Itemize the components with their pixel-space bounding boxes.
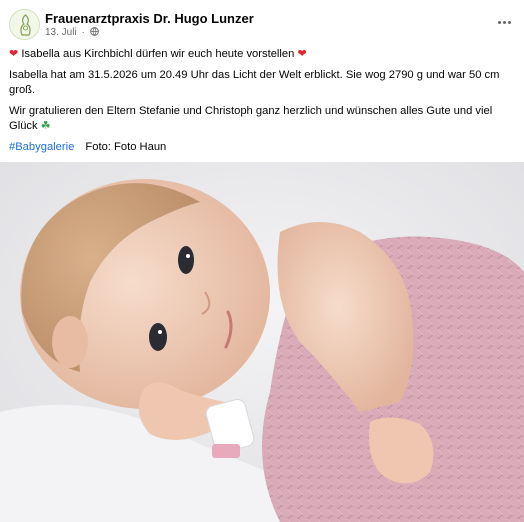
page-avatar[interactable] <box>9 9 40 40</box>
post-meta: 13. Juli · <box>45 27 99 38</box>
post-paragraph-2-line: Wir gratulieren den Eltern Stefanie und … <box>9 104 515 134</box>
post-paragraph-1: Isabella hat am 31.5.2026 um 20.49 Uhr d… <box>9 69 500 96</box>
four-leaf-clover-icon: ☘ <box>40 120 51 132</box>
meta-separator: · <box>81 27 85 38</box>
post-author[interactable]: Frauenarztpraxis Dr. Hugo Lunzer <box>45 11 254 26</box>
facebook-post: Frauenarztpraxis Dr. Hugo Lunzer 13. Jul… <box>0 0 524 522</box>
red-heart-icon: ❤ <box>9 48 19 60</box>
photo-credit: Foto: Foto Haun <box>85 141 167 153</box>
post-tags-line: #Babygalerie Foto: Foto Haun <box>9 140 515 155</box>
post-paragraph-2: Wir gratulieren den Eltern Stefanie und … <box>9 105 493 132</box>
hashtag-link[interactable]: #Babygalerie <box>9 141 74 153</box>
post-photo[interactable] <box>0 162 524 522</box>
practice-logo-icon <box>10 10 39 39</box>
post-date[interactable]: 13. Juli <box>45 27 77 38</box>
post-headline-line: ❤ Isabella aus Kirchbichl dürfen wir euc… <box>9 47 515 62</box>
more-options-icon[interactable] <box>493 11 515 33</box>
post-text: ❤ Isabella aus Kirchbichl dürfen wir euc… <box>9 47 515 161</box>
newborn-photo <box>0 162 524 522</box>
globe-icon <box>89 27 99 36</box>
post-headline: Isabella aus Kirchbichl dürfen wir euch … <box>21 48 295 60</box>
red-heart-icon: ❤ <box>297 48 307 60</box>
post-header: Frauenarztpraxis Dr. Hugo Lunzer 13. Jul… <box>9 9 515 41</box>
